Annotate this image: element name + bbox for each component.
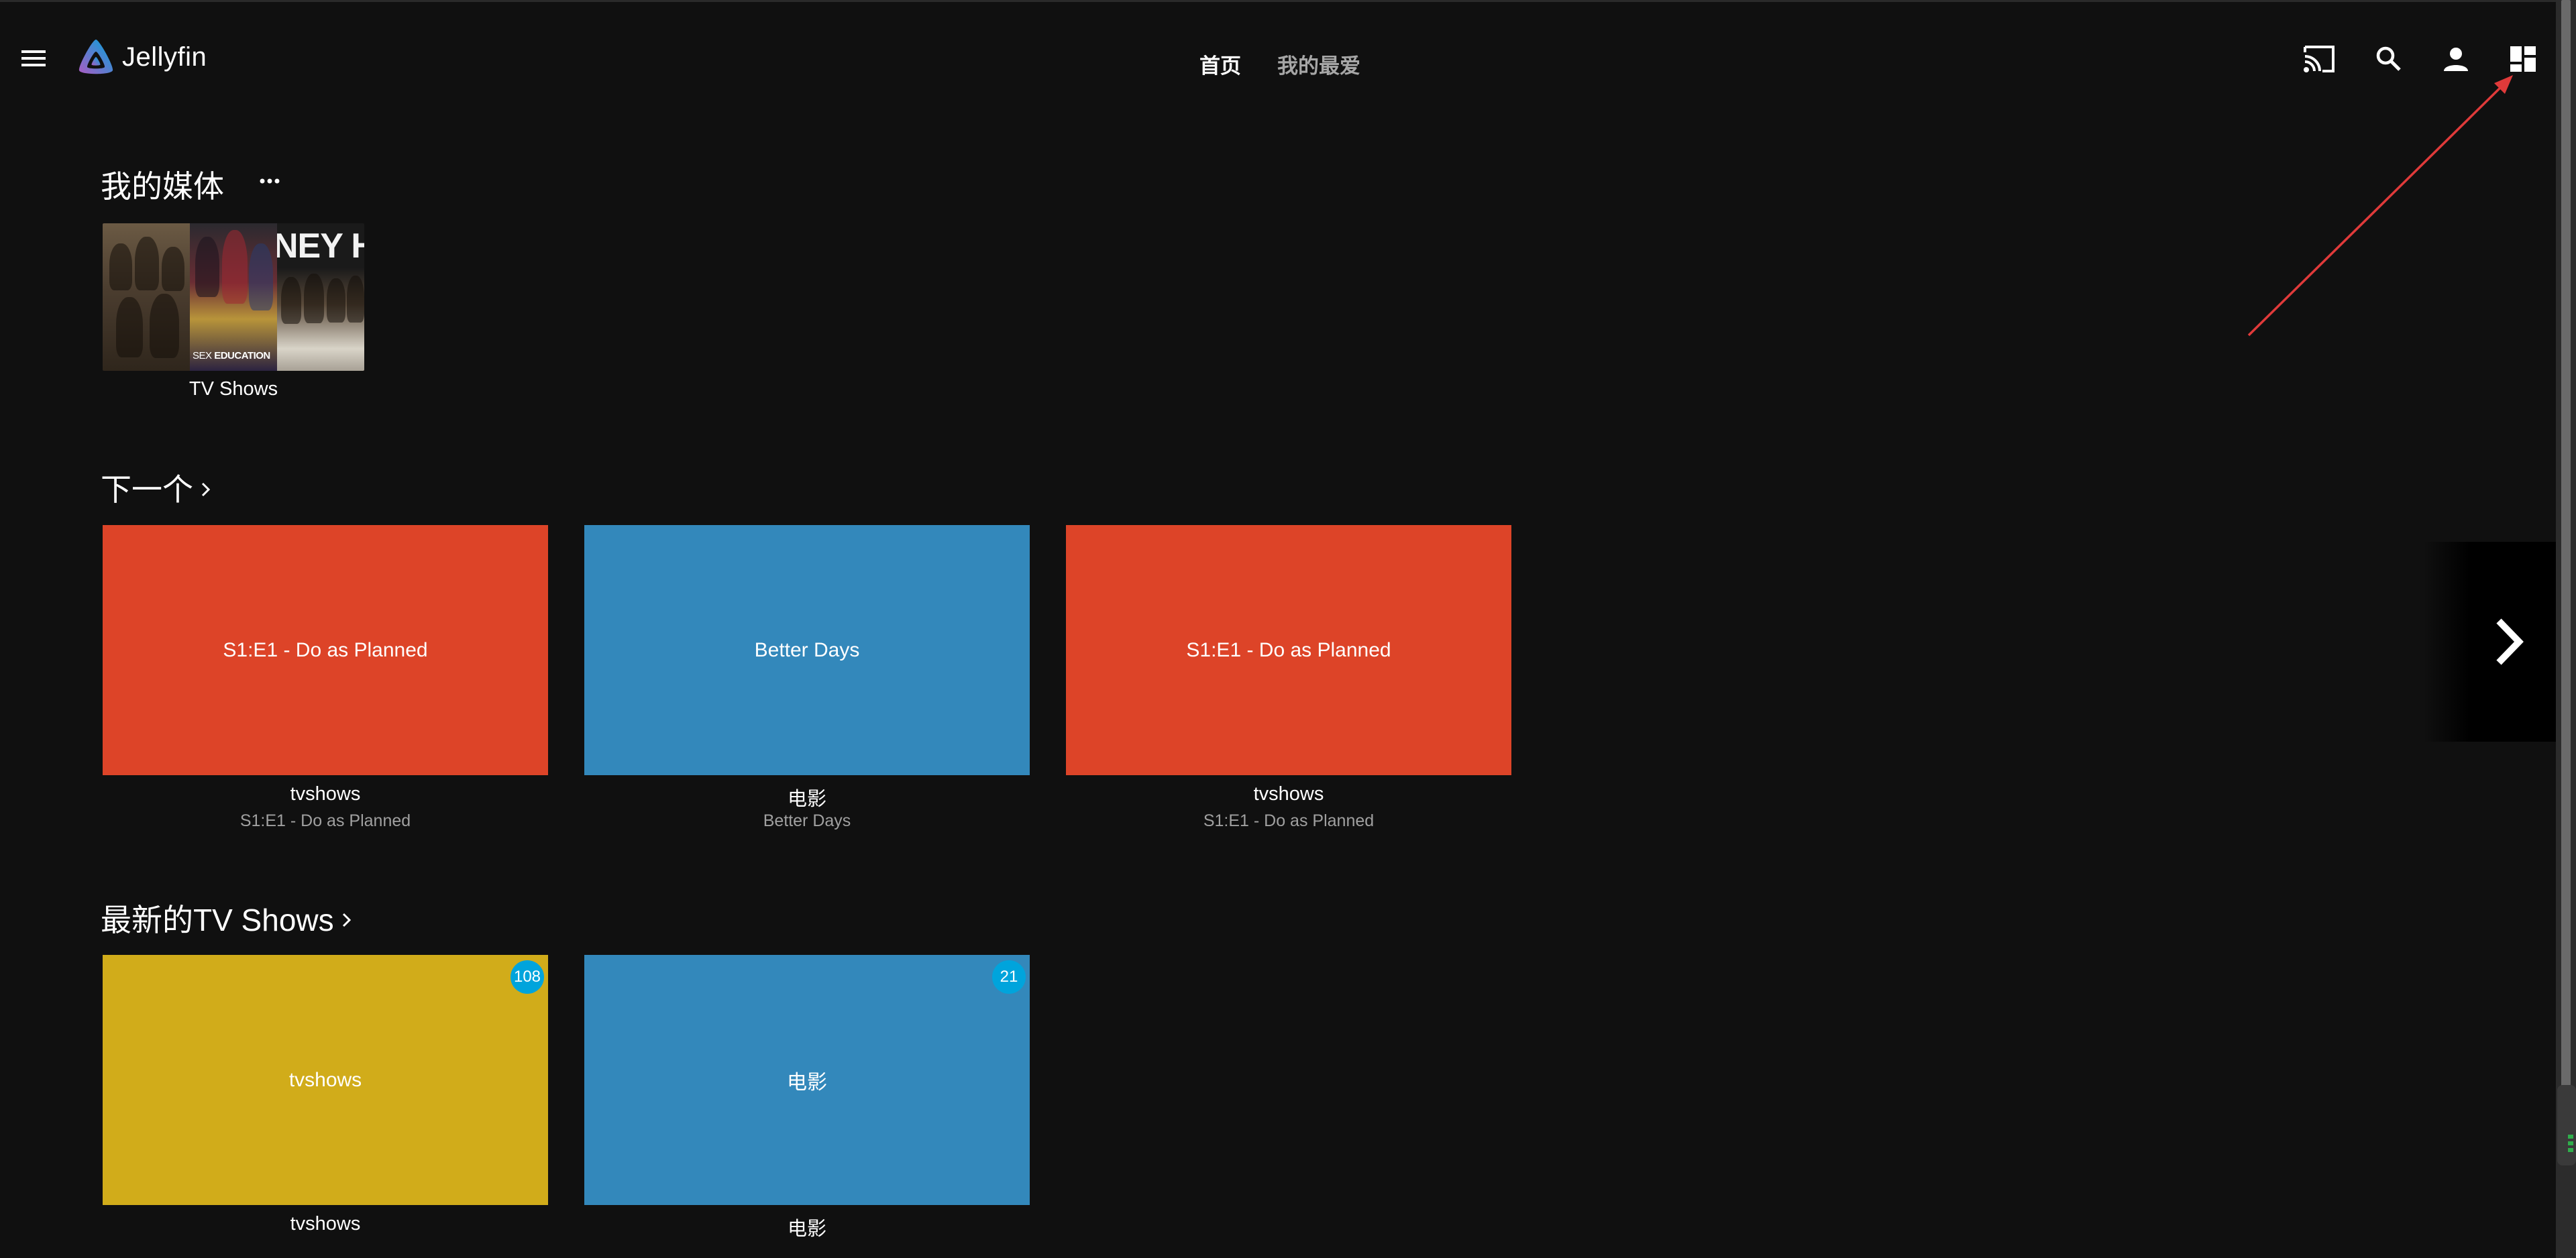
count-badge: 108	[511, 960, 544, 994]
page-scrollbar[interactable]	[2556, 0, 2576, 1258]
hamburger-menu-icon[interactable]	[19, 46, 48, 70]
card-subtitle[interactable]: S1:E1 - Do as Planned	[103, 811, 548, 831]
more-options-icon[interactable]	[258, 169, 282, 193]
section-title-next-up-text: 下一个	[101, 472, 193, 507]
card-title[interactable]: tvshows	[103, 783, 548, 805]
chevron-right-icon	[2496, 618, 2524, 665]
library-label[interactable]: TV Shows	[103, 378, 364, 400]
section-title-my-media-text: 我的媒体	[101, 169, 224, 204]
chevron-right-icon	[200, 469, 212, 506]
card-title[interactable]: 电影	[584, 783, 1030, 811]
latest-card-2[interactable]: 电影 21	[584, 955, 1030, 1205]
section-title-my-media: 我的媒体	[101, 162, 224, 207]
card-image-text: 电影	[787, 1071, 827, 1094]
tab-favorites[interactable]: 我的最爱	[1277, 49, 1360, 79]
side-widget	[2557, 1085, 2576, 1165]
section-title-next-up[interactable]: 下一个	[101, 465, 212, 510]
count-badge: 21	[992, 960, 1026, 994]
next-up-card-1[interactable]: S1:E1 - Do as Planned	[103, 525, 548, 775]
dashboard-icon[interactable]	[2506, 42, 2540, 76]
app-header: Jellyfin 首页 我的最爱	[0, 2, 2556, 113]
card-image-text: tvshows	[288, 1068, 362, 1091]
card-image-text: S1:E1 - Do as Planned	[223, 638, 428, 661]
tab-home[interactable]: 首页	[1199, 49, 1241, 79]
chevron-right-icon	[341, 900, 353, 936]
user-icon[interactable]	[2439, 42, 2473, 76]
library-poster-image	[103, 223, 190, 371]
brand-name[interactable]: Jellyfin	[122, 42, 207, 72]
scrollbar-thumb[interactable]	[2561, 0, 2571, 1127]
card-image-text: Better Days	[754, 638, 860, 661]
card-subtitle[interactable]: Better Days	[584, 811, 1030, 831]
section-title-latest-tv-shows-text: 最新的TV Shows	[101, 903, 334, 937]
card-title[interactable]: tvshows	[1066, 783, 1511, 805]
next-up-card-3[interactable]: S1:E1 - Do as Planned	[1066, 525, 1511, 775]
card-title[interactable]: tvshows	[103, 1213, 548, 1235]
latest-card-1[interactable]: tvshows 108	[103, 955, 548, 1205]
library-poster-image: SEX EDUCATION	[190, 223, 277, 371]
jellyfin-logo-icon[interactable]	[75, 37, 117, 78]
main-nav-tabs: 首页 我的最爱	[1199, 49, 1360, 79]
search-icon[interactable]	[2372, 42, 2406, 76]
library-poster-image: NEY HE	[277, 223, 364, 371]
card-image-text: S1:E1 - Do as Planned	[1186, 638, 1391, 661]
poster-caption: SEX EDUCATION	[193, 350, 270, 361]
section-title-latest-tv-shows[interactable]: 最新的TV Shows	[101, 896, 353, 940]
library-tile-tv-shows[interactable]: SEX EDUCATION NEY HE	[103, 223, 364, 371]
next-up-card-2[interactable]: Better Days	[584, 525, 1030, 775]
card-title[interactable]: 电影	[584, 1213, 1030, 1241]
card-subtitle[interactable]: S1:E1 - Do as Planned	[1066, 811, 1511, 831]
jellyfin-home-page: Jellyfin 首页 我的最爱 我的媒体 SEX EDUCATION NEY …	[0, 0, 2576, 1258]
cast-icon[interactable]	[2302, 42, 2336, 76]
poster-banner-text: NEY HE	[277, 227, 364, 266]
scroll-next-button[interactable]	[2423, 542, 2556, 742]
